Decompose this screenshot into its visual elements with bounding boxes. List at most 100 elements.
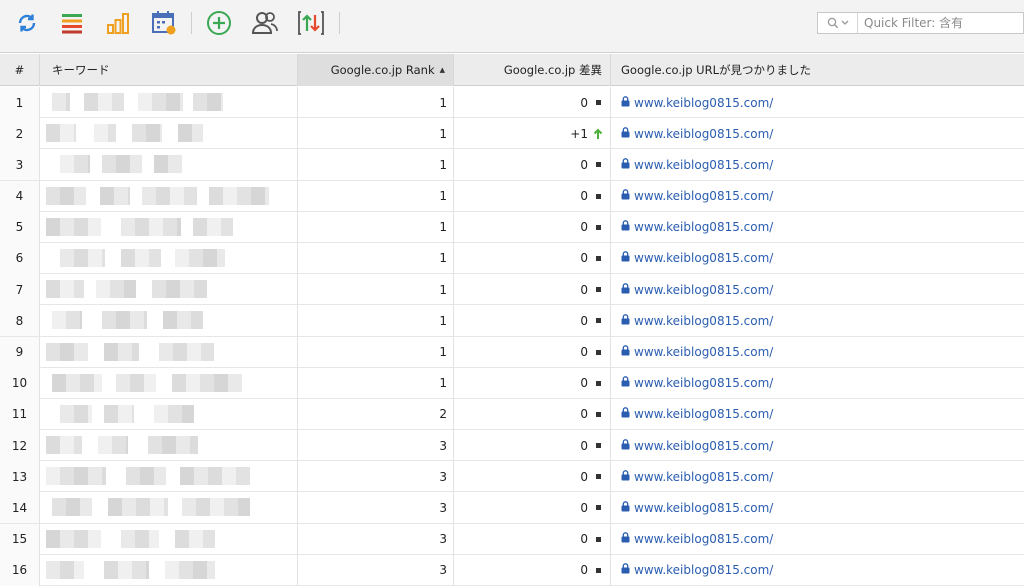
no-change-icon: [592, 505, 604, 511]
keyword-cell-redacted[interactable]: [40, 430, 298, 462]
table-row[interactable]: 12 3 0 www.keiblog0815.com/: [0, 430, 1024, 462]
found-url-link[interactable]: www.keiblog0815.com/: [634, 96, 773, 110]
found-url-link[interactable]: www.keiblog0815.com/: [634, 407, 773, 421]
keyword-cell-redacted[interactable]: [40, 492, 298, 524]
empty-cell: [971, 274, 1024, 305]
found-url-link[interactable]: www.keiblog0815.com/: [634, 345, 773, 359]
refresh-icon[interactable]: [11, 8, 43, 38]
table-row[interactable]: 14 3 0 www.keiblog0815.com/: [0, 492, 1024, 524]
search-icon: [827, 17, 838, 29]
table-row[interactable]: 7 1 0 www.keiblog0815.com/: [0, 274, 1024, 306]
calendar-icon[interactable]: [148, 8, 180, 38]
diff-value: 0: [580, 563, 588, 578]
rank-value: 1: [298, 149, 454, 181]
row-number: 6: [0, 242, 40, 274]
found-url-link[interactable]: www.keiblog0815.com/: [634, 376, 773, 390]
rank-value: 2: [298, 398, 454, 430]
found-url-link[interactable]: www.keiblog0815.com/: [634, 127, 773, 141]
keyword-cell-redacted[interactable]: [40, 554, 298, 586]
pixelated-redaction: [46, 93, 223, 111]
lock-icon: [621, 282, 630, 297]
diff-value: 0: [580, 469, 588, 484]
found-url-link[interactable]: www.keiblog0815.com/: [634, 283, 773, 297]
lock-icon: [621, 345, 630, 359]
chevron-down-icon: [841, 20, 848, 25]
empty-cell: [971, 524, 1024, 555]
found-url-link[interactable]: www.keiblog0815.com/: [634, 501, 773, 515]
row-number: 14: [0, 492, 40, 524]
diff-cell: 0: [454, 242, 611, 274]
found-url-link[interactable]: www.keiblog0815.com/: [634, 158, 773, 172]
no-change-icon: [592, 349, 604, 355]
table-row[interactable]: 13 3 0 www.keiblog0815.com/: [0, 461, 1024, 493]
empty-cell: [971, 368, 1024, 399]
column-header-url[interactable]: Google.co.jp URLが見つかりました: [611, 54, 1024, 86]
found-url-link[interactable]: www.keiblog0815.com/: [634, 220, 773, 234]
url-cell: www.keiblog0815.com/: [611, 118, 971, 149]
keyword-cell-redacted[interactable]: [40, 242, 298, 274]
keyword-cell-redacted[interactable]: [40, 118, 298, 150]
table-row[interactable]: 9 1 0 www.keiblog0815.com/: [0, 336, 1024, 368]
sort-updown-icon[interactable]: [295, 8, 327, 38]
bar-chart-icon[interactable]: [102, 8, 134, 38]
table-row[interactable]: 16 3 0 www.keiblog0815.com/: [0, 554, 1024, 586]
table-row[interactable]: 5 1 0 www.keiblog0815.com/: [0, 211, 1024, 243]
pixelated-redaction: [46, 186, 269, 205]
found-url-link[interactable]: www.keiblog0815.com/: [634, 470, 773, 484]
table-row[interactable]: 15 3 0 www.keiblog0815.com/: [0, 523, 1024, 555]
filter-dropdown-button[interactable]: [818, 13, 858, 33]
found-url-link[interactable]: www.keiblog0815.com/: [634, 314, 773, 328]
diff-value: 0: [580, 438, 588, 453]
column-header-diff[interactable]: Google.co.jp 差異: [454, 54, 611, 86]
users-icon[interactable]: [249, 8, 281, 38]
table-row[interactable]: 6 1 0 www.keiblog0815.com/: [0, 242, 1024, 275]
column-header-num[interactable]: #: [0, 54, 40, 86]
list-icon[interactable]: [56, 8, 88, 38]
lock-icon: [621, 501, 630, 515]
keyword-cell-redacted[interactable]: [40, 87, 298, 118]
diff-cell: 0: [454, 180, 611, 212]
column-header-keyword[interactable]: キーワード: [40, 54, 298, 86]
rank-value: 1: [298, 118, 454, 150]
table-row[interactable]: 10 1 0 www.keiblog0815.com/: [0, 367, 1024, 399]
keyword-cell-redacted[interactable]: [40, 180, 298, 212]
lock-icon: [621, 313, 630, 328]
empty-cell: [971, 181, 1024, 212]
quick-filter-input[interactable]: [858, 13, 1023, 33]
found-url-link[interactable]: www.keiblog0815.com/: [634, 189, 773, 203]
table-row[interactable]: 11 2 0 www.keiblog0815.com/: [0, 398, 1024, 431]
table-row[interactable]: 2 1 +1 www.keiblog0815.com/: [0, 118, 1024, 150]
table-row[interactable]: 8 1 0 www.keiblog0815.com/: [0, 305, 1024, 337]
lock-icon: [621, 563, 630, 577]
found-url-link[interactable]: www.keiblog0815.com/: [634, 439, 773, 453]
empty-cell: [971, 149, 1024, 180]
table-row[interactable]: 4 1 0 www.keiblog0815.com/: [0, 180, 1024, 212]
pixelated-redaction: [46, 404, 194, 423]
column-header-rank[interactable]: Google.co.jp Rank ▲: [298, 54, 454, 86]
row-number: 15: [0, 523, 40, 555]
found-url-link[interactable]: www.keiblog0815.com/: [634, 532, 773, 546]
column-header-label: キーワード: [52, 63, 110, 77]
no-change-icon: [592, 162, 604, 168]
found-url-link[interactable]: www.keiblog0815.com/: [634, 251, 773, 265]
add-circle-icon[interactable]: [203, 8, 235, 38]
keyword-cell-redacted[interactable]: [40, 398, 298, 430]
no-change-icon: [592, 567, 604, 573]
table-row[interactable]: 3 1 0 www.keiblog0815.com/: [0, 149, 1024, 181]
row-number: 3: [0, 149, 40, 181]
keyword-cell-redacted[interactable]: [40, 523, 298, 555]
keyword-cell-redacted[interactable]: [40, 336, 298, 368]
keyword-cell-redacted[interactable]: [40, 211, 298, 243]
diff-value: 0: [580, 345, 588, 359]
keyword-cell-redacted[interactable]: [40, 274, 298, 306]
no-change-icon: [592, 411, 604, 417]
keyword-cell-redacted[interactable]: [40, 149, 298, 181]
found-url-link[interactable]: www.keiblog0815.com/: [634, 563, 773, 577]
keyword-cell-redacted[interactable]: [40, 367, 298, 399]
keyword-cell-redacted[interactable]: [40, 305, 298, 337]
toolbar: [0, 0, 1024, 53]
keyword-cell-redacted[interactable]: [40, 461, 298, 493]
no-change-icon: [592, 380, 604, 386]
table-body: 1 1 0 www.keiblog0815.com/2 1 +1 www.keiblog08…: [0, 87, 1024, 586]
table-row[interactable]: 1 1 0 www.keiblog0815.com/: [0, 87, 1024, 119]
